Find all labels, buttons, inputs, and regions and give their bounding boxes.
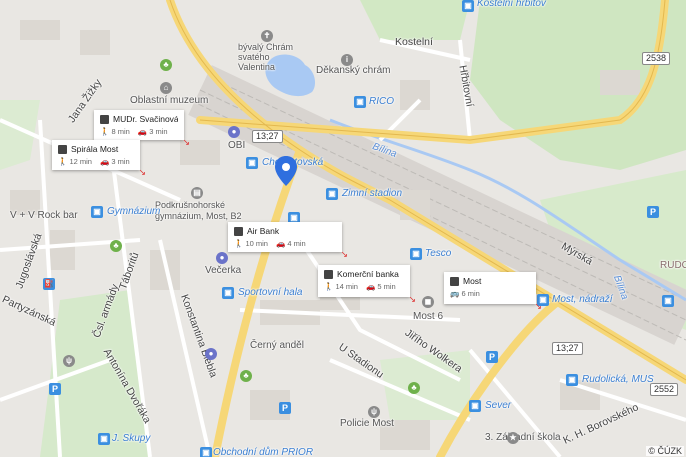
- parking-icon[interactable]: P: [486, 351, 498, 363]
- graduation-icon: [58, 144, 67, 154]
- bus-stop-icon[interactable]: ▣: [566, 374, 578, 386]
- shop-icon[interactable]: ●: [228, 126, 240, 138]
- shop-icon[interactable]: ●: [216, 252, 228, 264]
- parking-icon[interactable]: P: [279, 402, 291, 414]
- bus-stop-icon[interactable]: ▣: [200, 447, 212, 457]
- bus-stop-icon[interactable]: ▣: [91, 206, 103, 218]
- parking-icon[interactable]: P: [647, 206, 659, 218]
- poi-card[interactable]: MUDr. Svačinová ... 🚶 8 min 🚗 3 min ↘: [94, 110, 190, 147]
- drive-time: 🚗 3 min: [137, 127, 168, 136]
- transit-stop-label: Gymnázium: [107, 206, 161, 217]
- bus-stop-icon[interactable]: ▣: [410, 248, 422, 260]
- museum-icon[interactable]: ⌂: [160, 82, 172, 94]
- transit-stop-label: Kostelní hřbitov: [477, 0, 546, 9]
- place-label: RUDO: [660, 260, 686, 271]
- poi-card[interactable]: Spirála Most 🚶 12 min 🚗 3 min ↘: [52, 140, 146, 177]
- road-shield: 2538: [642, 52, 671, 65]
- walk-time: 🚶 10 min: [234, 239, 268, 248]
- shop-icon[interactable]: ●: [205, 348, 217, 360]
- poi-card-title: Komerční banka: [337, 269, 399, 279]
- map-canvas[interactable]: 2538 13;27 13;27 2552 Kostelní Hřbitovní…: [0, 0, 686, 457]
- bus-stop-icon[interactable]: ▣: [469, 400, 481, 412]
- pointer-arrow-icon: ↘: [340, 249, 348, 259]
- pointer-arrow-icon: ↘: [138, 167, 146, 177]
- fuel-icon[interactable]: ⛽: [43, 278, 55, 290]
- restaurant-icon[interactable]: ψ: [368, 406, 380, 418]
- bank-icon: [234, 226, 243, 236]
- poi-card[interactable]: Air Bank 🚶 10 min 🚗 4 min ↘: [228, 222, 348, 259]
- transit-stop-label: J. Skupy: [112, 433, 151, 444]
- bus-stop-icon[interactable]: ▣: [222, 287, 234, 299]
- restaurant-icon[interactable]: ψ: [63, 355, 75, 367]
- pointer-arrow-icon: ↘: [182, 137, 190, 147]
- transit-stop-label: Sever: [485, 400, 512, 411]
- transit-stop-label: Most, nádraží: [552, 294, 613, 305]
- bus-icon: [450, 276, 459, 286]
- info-icon[interactable]: i: [341, 54, 353, 66]
- poi-card[interactable]: Komerční banka 🚶 14 min 🚗 5 min ↘: [318, 265, 416, 304]
- poi-card-title: Spirála Most: [71, 144, 119, 154]
- street-label: Kostelní: [395, 36, 433, 48]
- drive-time: 🚌 6 min: [450, 289, 480, 298]
- walk-time: 🚶 12 min: [58, 157, 92, 166]
- street-label: Černý anděl: [250, 340, 304, 351]
- place-label: OBI: [228, 140, 246, 151]
- school-icon[interactable]: ▤: [191, 187, 203, 199]
- place-label: Podkrušnohorské gymnázium, Most, B2: [155, 200, 242, 221]
- bus-stop-icon[interactable]: ▣: [326, 188, 338, 200]
- place-label: Děkanský chrám: [316, 65, 391, 76]
- pointer-arrow-icon: ↘: [408, 294, 416, 304]
- police-icon[interactable]: ★: [507, 432, 519, 444]
- poi-card-title: Most: [463, 276, 482, 286]
- pointer-arrow-icon: ↘: [534, 301, 542, 311]
- parking-icon[interactable]: P: [49, 383, 61, 395]
- park-icon[interactable]: ♣: [160, 59, 172, 71]
- poi-card-title: Air Bank: [247, 226, 280, 236]
- bus-stop-icon[interactable]: ▣: [98, 433, 110, 445]
- street-label: Policie Most: [340, 418, 394, 429]
- place-label: 3. Základní škola: [485, 432, 561, 443]
- place-label: Most 6: [413, 311, 444, 322]
- clinic-icon: [100, 114, 109, 124]
- walk-time: 🚶 8 min: [100, 127, 130, 136]
- church-icon[interactable]: ✝: [261, 30, 273, 42]
- walk-time: 🚶 14 min: [324, 282, 358, 291]
- drive-time: 🚗 3 min: [99, 157, 130, 166]
- location-pin-icon[interactable]: [275, 156, 297, 186]
- road-shield: 13;27: [252, 130, 283, 143]
- drive-time: 🚗 4 min: [275, 239, 306, 248]
- transit-stop-label: Obchodní dům PRIOR: [213, 447, 314, 457]
- bank-icon: [324, 269, 333, 279]
- place-label: Večerka: [205, 265, 242, 276]
- transit-stop-label: Zimní stadion: [342, 188, 403, 199]
- place-label: Oblastní muzeum: [130, 95, 209, 106]
- place-label: V + V Rock bar: [10, 210, 78, 221]
- poi-card-title: MUDr. Svačinová ...: [113, 114, 178, 124]
- road-shield: 2552: [650, 383, 679, 396]
- park-icon[interactable]: ♣: [408, 382, 420, 394]
- road-shield: 13;27: [552, 342, 583, 355]
- bus-stop-icon[interactable]: ▣: [462, 0, 474, 12]
- bus-stop-icon[interactable]: ▣: [354, 96, 366, 108]
- poi-card[interactable]: Most 🚌 6 min ↘: [444, 272, 542, 311]
- transit-stop-label: RICO: [369, 96, 394, 107]
- place-label: bývalý Chrám svatého Valentina: [238, 42, 294, 72]
- shop-bag-icon[interactable]: ◼: [422, 296, 434, 308]
- transit-stop-label: Rudolická, MUS: [582, 374, 654, 385]
- bus-stop-icon[interactable]: ▣: [246, 157, 258, 169]
- park-icon[interactable]: ♣: [240, 370, 252, 382]
- transit-stop-label: Sportovní hala: [238, 287, 303, 298]
- park-icon[interactable]: ♣: [110, 240, 122, 252]
- drive-time: 🚗 5 min: [365, 282, 396, 291]
- bus-stop-icon[interactable]: ▣: [662, 295, 674, 307]
- map-attribution: © ČÚZK: [646, 446, 684, 456]
- transit-stop-label: Tesco: [425, 248, 452, 259]
